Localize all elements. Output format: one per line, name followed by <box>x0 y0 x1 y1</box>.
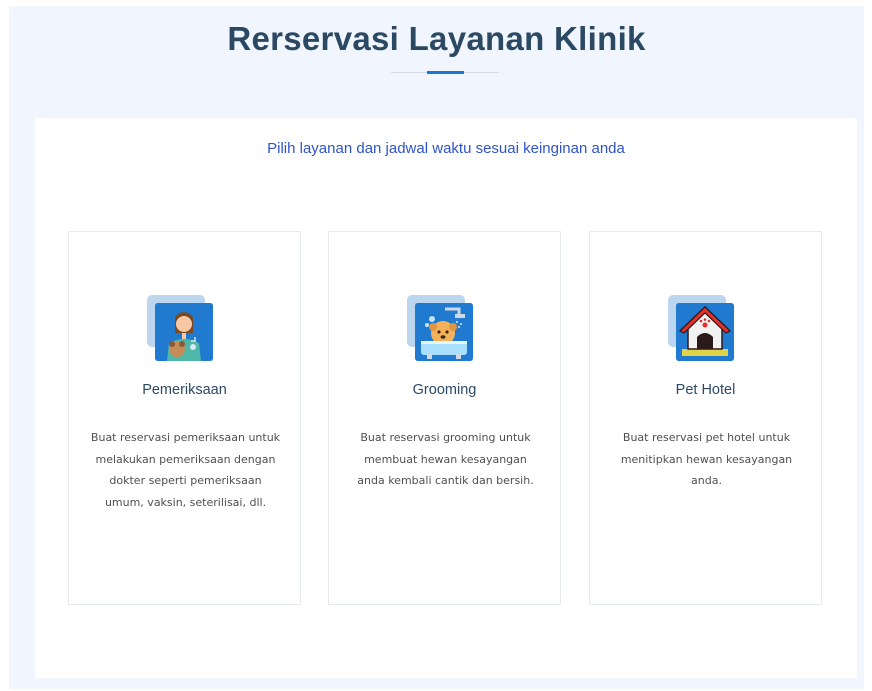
doctor-pet-icon <box>155 303 213 361</box>
pet-house-icon <box>676 303 734 361</box>
title-accent-bar <box>427 71 464 74</box>
service-icon-container <box>668 295 736 363</box>
service-card-grooming[interactable]: Grooming Buat reservasi grooming untuk m… <box>328 231 561 605</box>
service-description: Buat reservasi pet hotel untuk menitipka… <box>620 431 793 487</box>
service-title: Pet Hotel <box>675 382 736 398</box>
pet-bath-icon <box>415 303 473 361</box>
service-title: Pemeriksaan <box>142 382 227 398</box>
services-panel: Pilih layanan dan jadwal waktu sesuai ke… <box>35 118 857 678</box>
service-title: Grooming <box>412 382 477 398</box>
services-section: Rerservasi Layanan Klinik Pilih layanan … <box>9 6 864 689</box>
service-description: Buat reservasi pemeriksaan untuk melakuk… <box>90 431 281 509</box>
service-card-pemeriksaan[interactable]: Pemeriksaan Buat reservasi pemeriksaan u… <box>68 231 301 605</box>
service-card-pet-hotel[interactable]: Pet Hotel Buat reservasi pet hotel untuk… <box>589 231 822 605</box>
service-icon-container <box>407 295 475 363</box>
service-description: Buat reservasi grooming untuk membuat he… <box>357 431 534 487</box>
service-icon-container <box>147 295 215 363</box>
section-title: Rerservasi Layanan Klinik <box>227 20 646 57</box>
section-subtitle: Pilih layanan dan jadwal waktu sesuai ke… <box>267 140 625 157</box>
